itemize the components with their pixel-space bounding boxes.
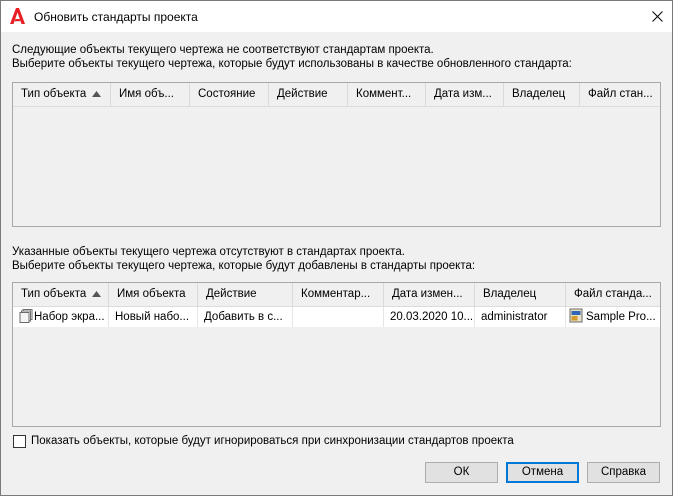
- show-ignored-label[interactable]: Показать объекты, которые будут игнориро…: [31, 435, 514, 447]
- cell-date-modified: 20.03.2020 10...: [384, 307, 475, 327]
- ok-button[interactable]: ОК: [425, 462, 498, 483]
- section2-description-line1: Указанные объекты текущего чертежа отсут…: [12, 246, 405, 258]
- section1-description-line2: Выберите объекты текущего чертежа, котор…: [12, 58, 572, 70]
- cell-standards-file-text: Sample Pro...: [586, 311, 656, 323]
- cell-object-name: Новый набо...: [109, 307, 198, 327]
- close-icon: [651, 10, 663, 22]
- column-header-label: Тип объекта: [21, 88, 87, 100]
- sheet-set-icon: [19, 309, 33, 323]
- dialog-title: Обновить стандарты проекта: [34, 10, 198, 24]
- cell-action: Добавить в с...: [198, 307, 293, 327]
- grid-header: Тип объекта Имя объ... Состояние Действи…: [13, 83, 660, 107]
- standards-file-icon: [569, 308, 583, 323]
- sort-ascending-icon: [92, 90, 102, 97]
- column-header-action[interactable]: Действие: [269, 83, 348, 106]
- cancel-button[interactable]: Отмена: [506, 462, 579, 483]
- cell-comment: [293, 307, 384, 327]
- column-header-status[interactable]: Состояние: [190, 83, 269, 106]
- column-header-comment[interactable]: Коммент...: [348, 83, 426, 106]
- column-header-date-modified[interactable]: Дата изм...: [426, 83, 504, 106]
- column-header-object-type[interactable]: Тип объекта: [13, 83, 111, 106]
- sort-ascending-icon: [92, 290, 102, 297]
- column-header-standards-file[interactable]: Файл стан...: [580, 83, 660, 106]
- cell-standards-file: Sample Pro...: [566, 307, 660, 327]
- table-row[interactable]: Набор экра... Новый набо... Добавить в с…: [13, 307, 660, 327]
- autocad-logo-icon: [10, 8, 25, 24]
- column-header-label: Тип объекта: [21, 288, 87, 300]
- section1-description-line1: Следующие объекты текущего чертежа не со…: [12, 44, 434, 56]
- missing-objects-grid[interactable]: Тип объекта Имя объекта Действие Коммент…: [12, 282, 661, 427]
- column-header-owner[interactable]: Владелец: [475, 283, 566, 306]
- column-header-date-modified[interactable]: Дата измен...: [384, 283, 475, 306]
- help-button[interactable]: Справка: [587, 462, 660, 483]
- column-header-standards-file[interactable]: Файл станда...: [566, 283, 660, 306]
- column-header-action[interactable]: Действие: [198, 283, 293, 306]
- column-header-owner[interactable]: Владелец: [504, 83, 580, 106]
- column-header-object-name[interactable]: Имя объекта: [109, 283, 198, 306]
- column-header-comment[interactable]: Комментар...: [293, 283, 384, 306]
- title-bar: Обновить стандарты проекта: [1, 1, 672, 32]
- show-ignored-checkbox[interactable]: [13, 435, 26, 448]
- column-header-object-name[interactable]: Имя объ...: [111, 83, 190, 106]
- column-header-object-type[interactable]: Тип объекта: [13, 283, 109, 306]
- section2-description-line2: Выберите объекты текущего чертежа, котор…: [12, 260, 476, 272]
- dialog-window: Обновить стандарты проекта Следующие объ…: [0, 0, 673, 496]
- cell-owner: administrator: [475, 307, 566, 327]
- close-button[interactable]: [642, 1, 672, 31]
- cell-object-type: Набор экра...: [13, 307, 109, 327]
- cell-object-type-text: Набор экра...: [34, 311, 105, 323]
- nonconforming-objects-grid[interactable]: Тип объекта Имя объ... Состояние Действи…: [12, 82, 661, 227]
- grid-header: Тип объекта Имя объекта Действие Коммент…: [13, 283, 660, 307]
